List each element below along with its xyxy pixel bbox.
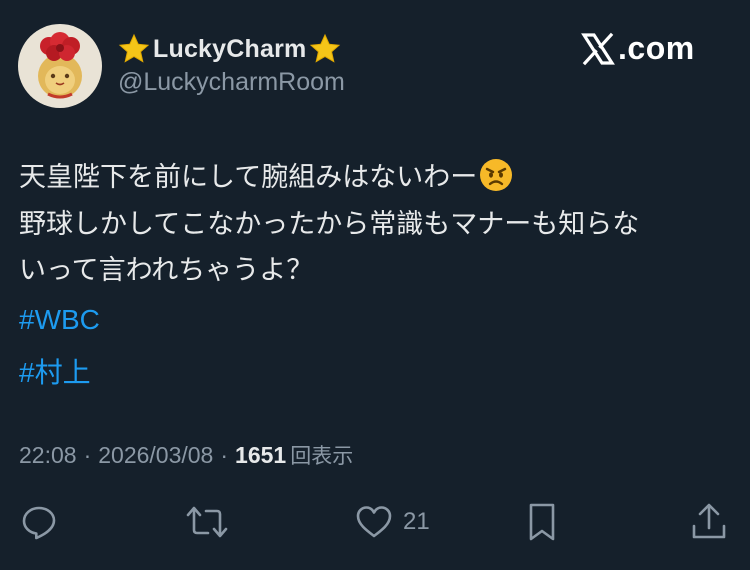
tweet-date[interactable]: 2026/03/08	[98, 442, 213, 469]
avatar[interactable]	[18, 24, 102, 108]
tweet-text: 天皇陛下を前にして腕組みはないわー 野球しかしてこなかったから常識もマナーも知ら…	[19, 155, 739, 295]
hashtag-list: #WBC #村上	[19, 293, 100, 399]
tweet-time[interactable]: 22:08	[19, 442, 77, 469]
tweet-line-text: 天皇陛下を前にして腕組みはないわー	[19, 162, 478, 193]
separator: ·	[83, 442, 92, 468]
tweet-line: 野球しかしてこなかったから常識もマナーも知らな	[19, 208, 640, 240]
like-count: 21	[403, 508, 430, 535]
heart-icon	[356, 506, 392, 538]
hashtag-link[interactable]: #WBC	[19, 293, 100, 346]
retweet-button[interactable]	[186, 500, 228, 544]
star-emoji-icon	[310, 33, 341, 63]
user-handle[interactable]: @LuckycharmRoom	[118, 68, 345, 97]
reply-button[interactable]	[20, 500, 58, 544]
tweet-line: いって言われちゃうよ？	[19, 255, 314, 286]
action-bar: 21	[0, 500, 750, 544]
brand-suffix: .com	[618, 30, 695, 66]
like-button[interactable]: 21	[355, 500, 430, 544]
hashtag-link[interactable]: #村上	[19, 346, 100, 399]
x-brand: .com	[580, 30, 695, 67]
share-button[interactable]	[690, 500, 728, 544]
tweet-meta: 22:08 · 2026/03/08 · 1651 回表示	[19, 440, 353, 470]
display-name-row[interactable]: LuckyCharm	[118, 32, 341, 66]
views-count[interactable]: 1651	[235, 442, 286, 469]
lucky-cat-avatar-icon	[18, 24, 102, 108]
angry-face-icon	[480, 159, 513, 191]
retweet-icon	[186, 506, 228, 538]
bookmark-button[interactable]	[526, 500, 558, 544]
tweet-line: 天皇陛下を前にして腕組みはないわー	[19, 155, 739, 202]
share-icon	[692, 503, 726, 539]
reply-icon	[22, 506, 56, 540]
bookmark-icon	[529, 503, 555, 541]
separator: ·	[220, 442, 229, 468]
x-logo-icon	[581, 32, 615, 65]
views-label: 回表示	[290, 444, 354, 468]
display-name[interactable]: LuckyCharm	[153, 35, 306, 64]
star-emoji-icon	[118, 33, 150, 63]
